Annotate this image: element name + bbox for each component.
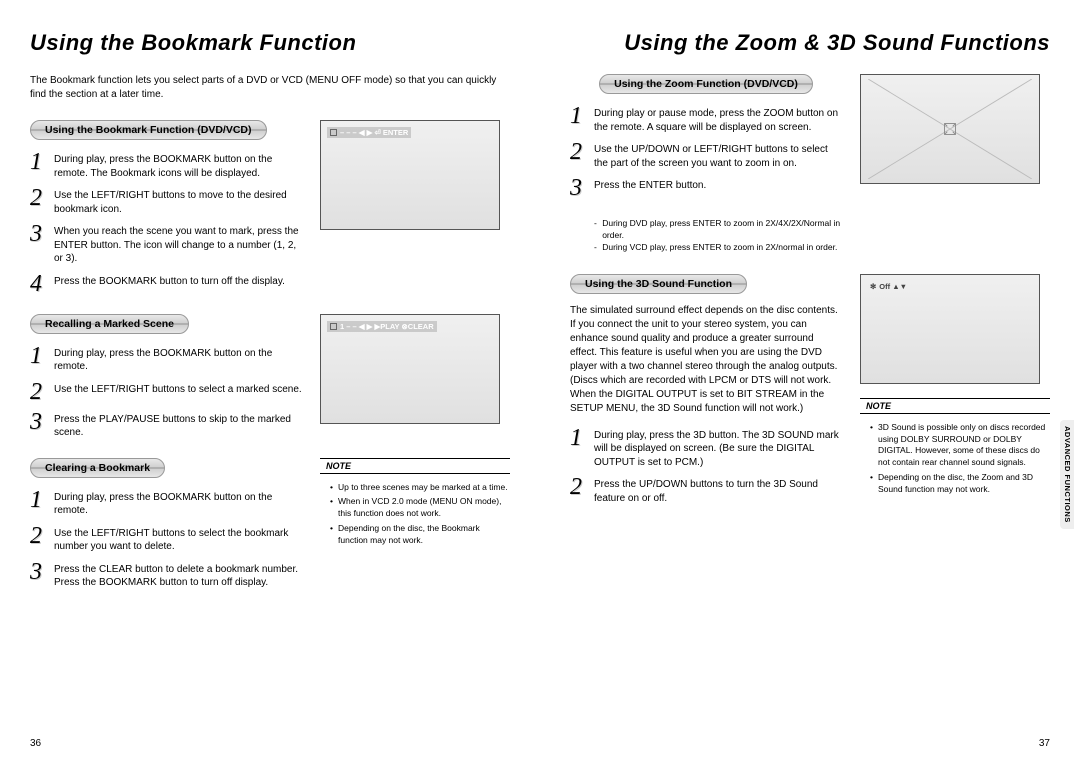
step-text: Press the PLAY/PAUSE buttons to skip to … [54,410,302,440]
note-list: 3D Sound is possible only on discs recor… [860,422,1050,505]
osd-screenshot: 1 – – ◀ ▶ ▶PLAY ⊗CLEAR [320,314,500,424]
step-number: 3 [570,176,594,200]
osd-label: ✻ Off ▲▼ [867,281,910,292]
step-number: 4 [30,272,54,296]
note-title: NOTE [320,459,510,473]
note-item: When in VCD 2.0 mode (MENU ON mode), thi… [330,496,510,520]
note-list: Up to three scenes may be marked at a ti… [320,482,510,556]
note-item: 3D Sound is possible only on discs recor… [870,422,1050,470]
side-tab-advanced: ADVANCED FUNCTIONS [1060,420,1074,529]
bookmark-icon [330,129,337,136]
page-number: 36 [30,738,41,749]
subnote-item: During VCD play, press ENTER to zoom in … [594,242,842,254]
step-number: 1 [30,488,54,512]
step-number: 1 [570,426,594,450]
step-text: Press the BOOKMARK button to turn off th… [54,272,285,289]
step-text: Use the LEFT/RIGHT buttons to select the… [54,524,302,554]
osd-label: – – – ◀ ▶ ⏎ ENTER [327,127,411,138]
note-item: Depending on the disc, the Zoom and 3D S… [870,472,1050,496]
page-right: Using the Zoom & 3D Sound Functions Usin… [540,0,1080,765]
step-number: 2 [570,475,594,499]
heading-pill: Using the 3D Sound Function [570,274,747,294]
heading-pill: Using the Zoom Function (DVD/VCD) [599,74,813,94]
step-text: During play, press the 3D button. The 3D… [594,426,842,470]
3d-screenshot: ✻ Off ▲▼ [860,274,1040,384]
page-title-left: Using the Bookmark Function [30,30,510,56]
note-item: Up to three scenes may be marked at a ti… [330,482,510,494]
osd-text: – – – ◀ ▶ ⏎ ENTER [340,128,408,137]
step-text: Use the LEFT/RIGHT buttons to move to th… [54,186,302,216]
intro-text: The Bookmark function lets you select pa… [30,74,510,102]
osd-screenshot: – – – ◀ ▶ ⏎ ENTER [320,120,500,230]
subnote-item: During DVD play, press ENTER to zoom in … [594,218,842,242]
note-title: NOTE [860,399,1050,413]
step-number: 3 [30,410,54,434]
section-3dsound: Using the 3D Sound Function The simulate… [570,274,1050,524]
osd-label: 1 – – ◀ ▶ ▶PLAY ⊗CLEAR [327,321,437,332]
step-number: 2 [30,524,54,548]
heading-pill: Using the Bookmark Function (DVD/VCD) [30,120,267,140]
section-bookmark: Using the Bookmark Function (DVD/VCD) 1D… [30,120,510,314]
page-left: Using the Bookmark Function The Bookmark… [0,0,540,765]
manual-spread: Using the Bookmark Function The Bookmark… [0,0,1080,765]
section-recall: Recalling a Marked Scene 1During play, p… [30,314,510,458]
step-number: 2 [30,380,54,404]
step-number: 1 [30,150,54,174]
bookmark-icon [330,323,337,330]
step-text: During play, press the BOOKMARK button o… [54,150,302,180]
zoom-screenshot [860,74,1040,184]
osd-text: Off ▲▼ [879,282,907,291]
step-number: 2 [570,140,594,164]
zoom-diagonal-icon [865,79,1035,179]
section-zoom: Using the Zoom Function (DVD/VCD) 1Durin… [570,74,1050,254]
step-text: During play, press the BOOKMARK button o… [54,344,302,374]
3d-intro: The simulated surround effect depends on… [570,304,842,416]
step-text: During play, press the BOOKMARK button o… [54,488,302,518]
heading-pill: Recalling a Marked Scene [30,314,189,334]
sound-icon: ✻ [870,282,876,291]
step-number: 3 [30,560,54,584]
step-number: 2 [30,186,54,210]
section-clear: Clearing a Bookmark 1During play, press … [30,458,510,608]
heading-pill: Clearing a Bookmark [30,458,165,478]
step-text: Press the CLEAR button to delete a bookm… [54,560,302,590]
page-number: 37 [1039,738,1050,749]
step-text: Use the UP/DOWN or LEFT/RIGHT buttons to… [594,140,842,170]
note-item: Depending on the disc, the Bookmark func… [330,523,510,547]
note-box: NOTE [320,458,510,474]
page-title-right: Using the Zoom & 3D Sound Functions [570,30,1050,56]
step-text: During play or pause mode, press the ZOO… [594,104,842,134]
step-text: When you reach the scene you want to mar… [54,222,302,266]
step-number: 1 [30,344,54,368]
osd-text: 1 – – ◀ ▶ ▶PLAY ⊗CLEAR [340,322,434,331]
step-number: 3 [30,222,54,246]
step-text: Press the ENTER button. [594,176,706,193]
note-box: NOTE [860,398,1050,414]
zoom-subnotes: During DVD play, press ENTER to zoom in … [570,218,842,254]
step-text: Use the LEFT/RIGHT buttons to select a m… [54,380,302,397]
step-number: 1 [570,104,594,128]
step-text: Press the UP/DOWN buttons to turn the 3D… [594,475,842,505]
